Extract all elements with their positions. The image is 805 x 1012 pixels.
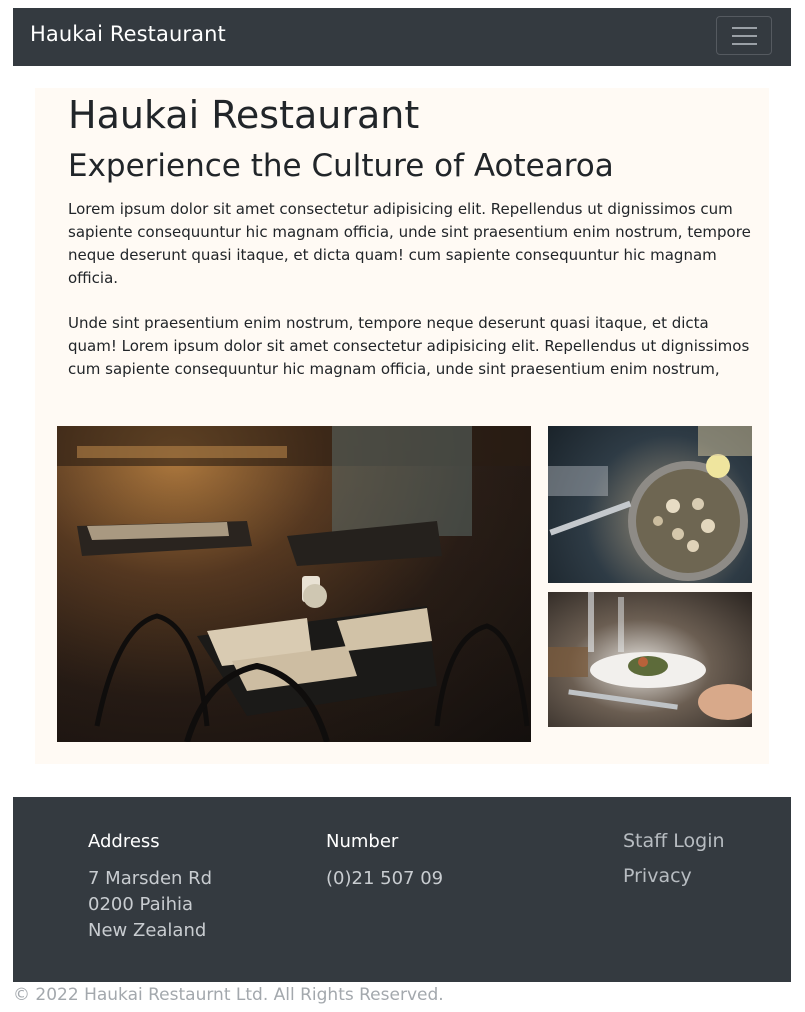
page-title: Haukai Restaurant	[68, 93, 420, 137]
address-heading: Address	[88, 831, 160, 852]
privacy-link[interactable]: Privacy	[623, 865, 692, 887]
page-subtitle: Experience the Culture of Aotearoa	[68, 148, 614, 184]
clams-dish-image	[548, 426, 752, 583]
address-line: 7 Marsden Rd	[88, 868, 213, 889]
copyright-text: © 2022 Haukai Restaurnt Ltd. All Rights …	[13, 985, 444, 1005]
intro-paragraph: Unde sint praesentium enim nostrum, temp…	[68, 314, 750, 378]
number-heading: Number	[326, 831, 399, 852]
address-block: 7 Marsden Rd 0200 Paihia New Zealand	[88, 866, 212, 944]
hero-section: Haukai Restaurant Experience the Culture…	[35, 88, 769, 764]
intro-paragraph: Lorem ipsum dolor sit amet consectetur a…	[68, 200, 751, 287]
menu-toggle-button[interactable]	[716, 16, 772, 55]
address-line: New Zealand	[88, 920, 207, 941]
brand-link[interactable]: Haukai Restaurant	[30, 22, 226, 46]
plated-dish-image	[548, 592, 752, 727]
footer: Address 7 Marsden Rd 0200 Paihia New Zea…	[13, 797, 791, 982]
phone-number: (0)21 507 09	[326, 868, 444, 889]
navbar: Haukai Restaurant	[13, 8, 791, 66]
address-line: 0200 Paihia	[88, 894, 194, 915]
restaurant-interior-image	[57, 426, 531, 742]
staff-login-link[interactable]: Staff Login	[623, 830, 725, 852]
